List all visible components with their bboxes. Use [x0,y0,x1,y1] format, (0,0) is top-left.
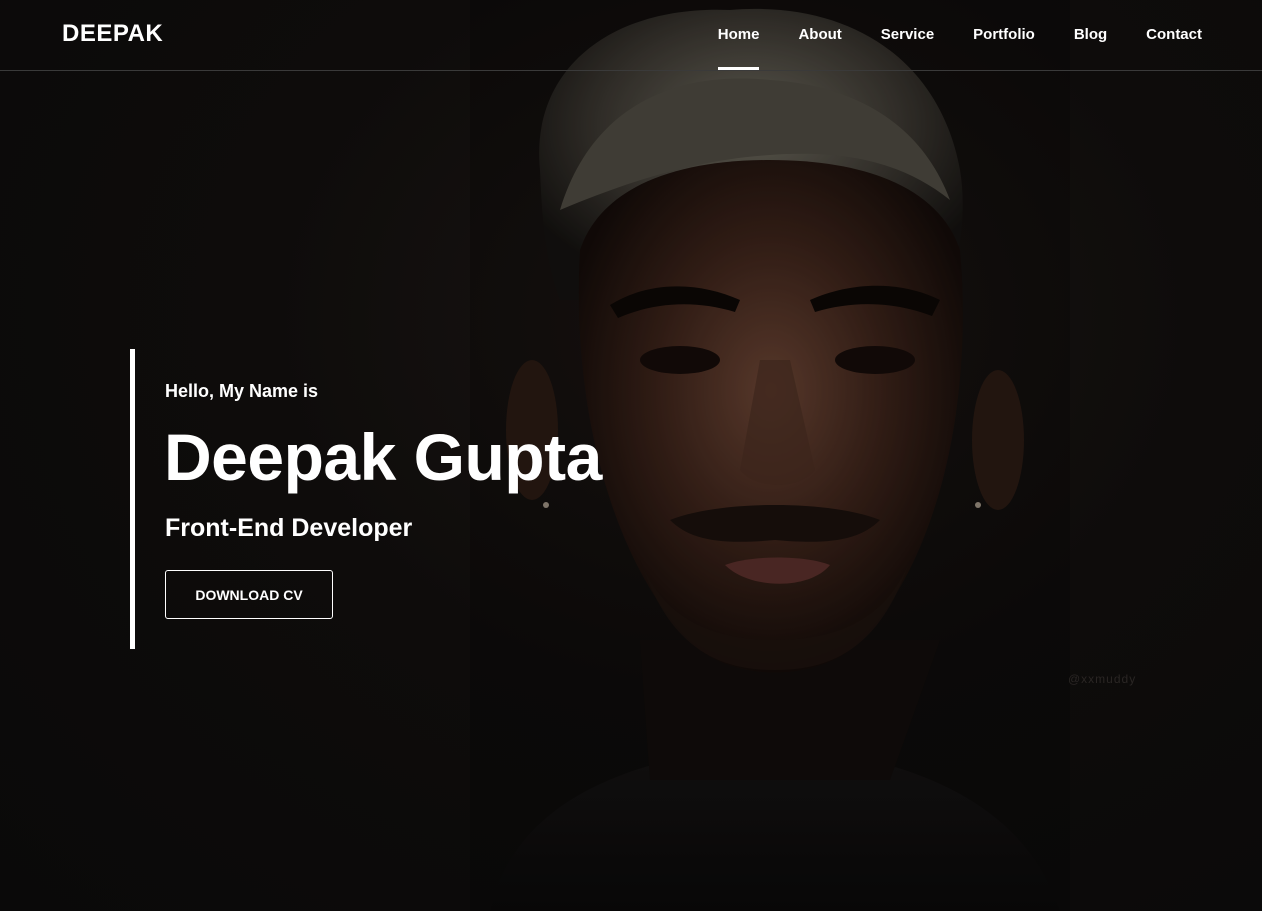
site-header: DEEPAK Home About Service Portfolio Blog… [0,0,1262,71]
hero-greeting: Hello, My Name is [165,381,319,401]
nav-item-service[interactable]: Service [881,0,934,70]
nav-item-blog[interactable]: Blog [1074,0,1107,70]
download-cv-button[interactable]: DOWNLOAD CV [165,570,333,619]
image-watermark: @xxmuddy [1068,672,1137,686]
nav-item-about[interactable]: About [798,0,841,70]
hero-intro: Hello, My Name is Deepak Gupta Front-End… [130,349,730,649]
hero-name: Deepak Gupta [164,420,602,494]
nav-item-portfolio[interactable]: Portfolio [973,0,1035,70]
site-logo[interactable]: DEEPAK [62,20,163,48]
nav-item-home[interactable]: Home [717,0,759,70]
main-nav: Home About Service Portfolio Blog Contac… [679,0,1202,70]
hero-role: Front-End Developer [165,514,413,542]
nav-item-contact[interactable]: Contact [1146,0,1202,70]
